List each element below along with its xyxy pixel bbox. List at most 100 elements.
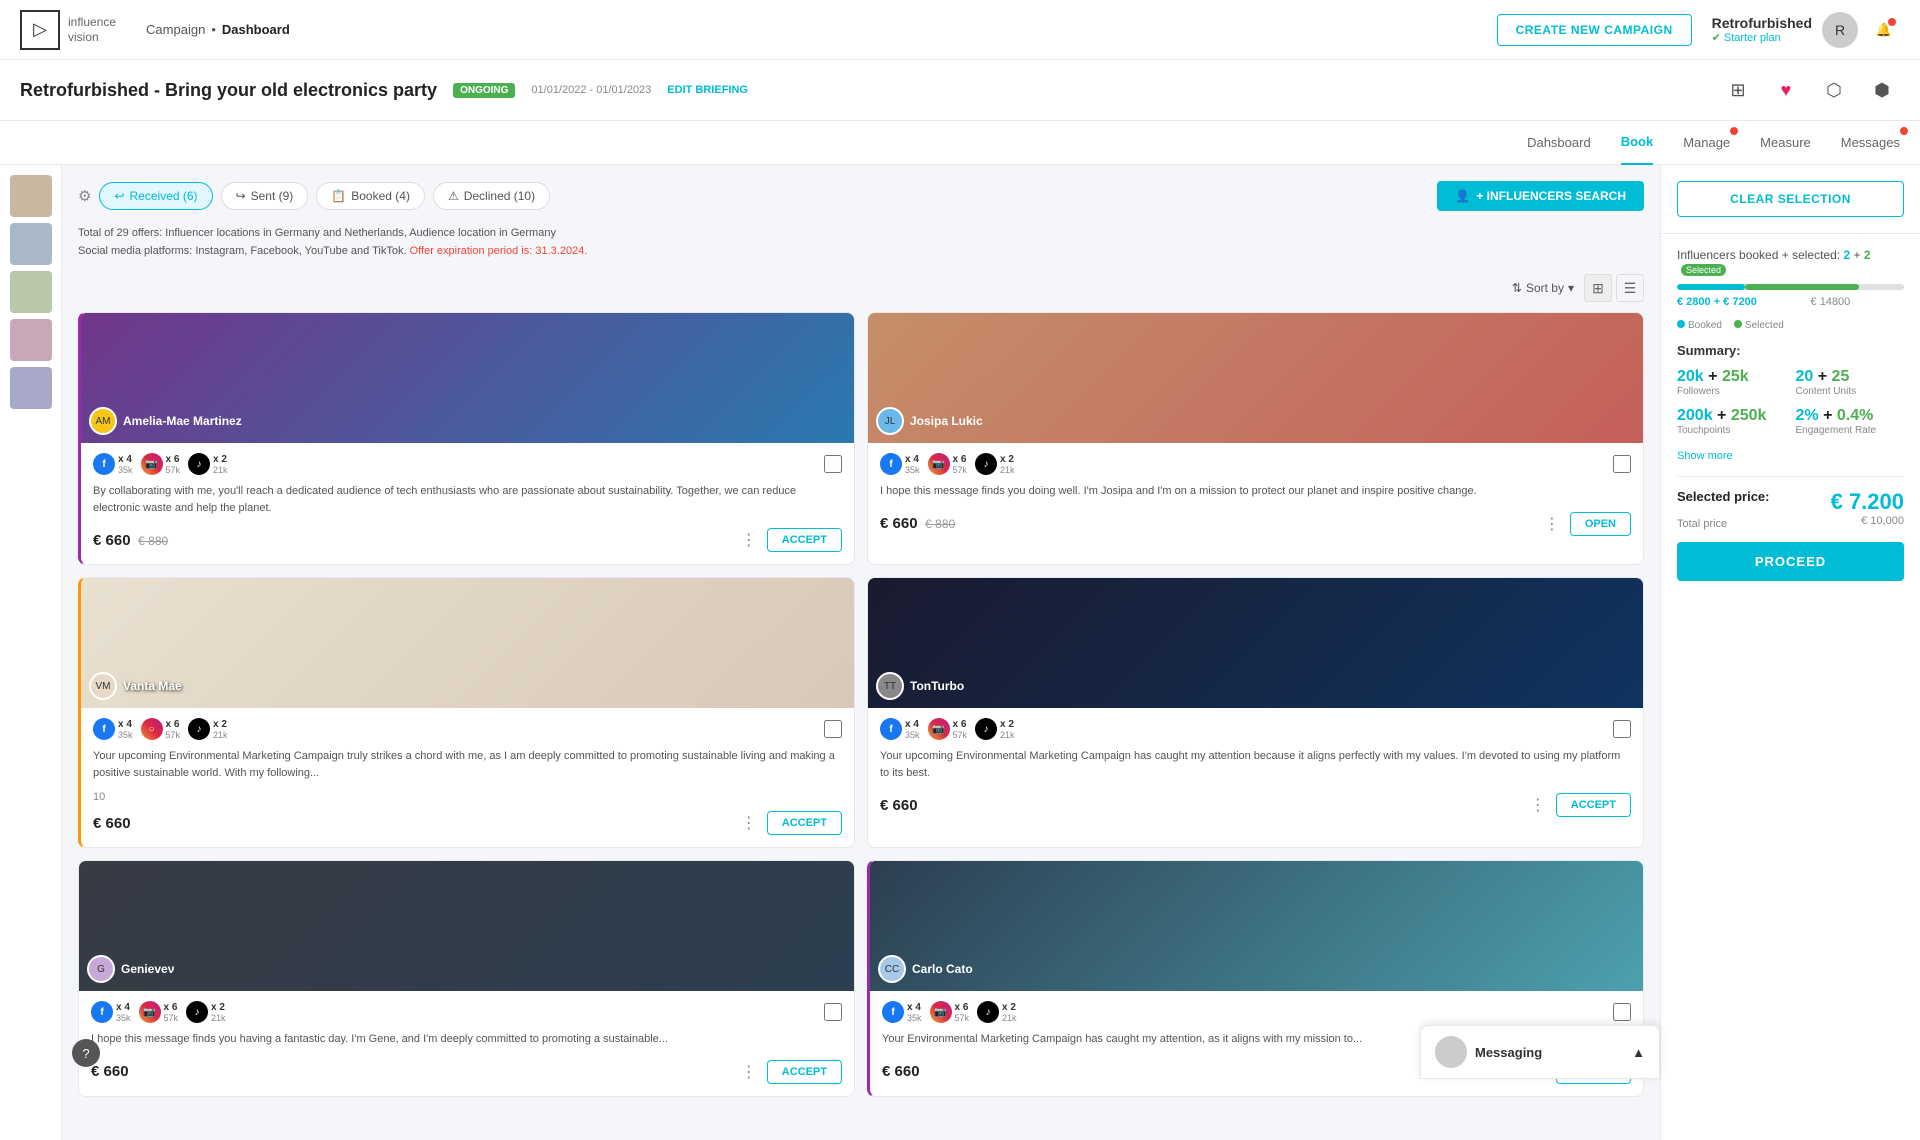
more-options-button-0[interactable]: ⋮	[737, 526, 761, 554]
main-layout: ⚙ ↩ Received (6) ↪ Sent (9) 📋 Booked (4)…	[0, 165, 1920, 1140]
messaging-bar[interactable]: Messaging ▲	[1420, 1025, 1660, 1079]
edit-briefing-button[interactable]: EDIT BRIEFING	[667, 84, 748, 96]
expiration-link[interactable]: Offer expiration period is: 31.3.2024.	[410, 245, 588, 257]
more-options-button-4[interactable]: ⋮	[737, 1058, 761, 1086]
social-icons-5: f x 435k 📷 x 657k ♪ x 221k	[882, 1001, 1631, 1023]
layout-icon[interactable]: ⊞	[1720, 72, 1756, 108]
accept-button-4[interactable]: ACCEPT	[767, 1060, 842, 1084]
select-checkbox-2[interactable]	[824, 720, 842, 738]
influencer-card-0: AM Amelia-Mae Martinez f x 435k 📷 x 6	[78, 312, 855, 565]
instagram-icon: 📷	[141, 453, 163, 475]
campaign-title: Retrofurbished - Bring your old electron…	[20, 80, 437, 101]
more-options-button-3[interactable]: ⋮	[1526, 791, 1550, 819]
more-options-button-1[interactable]: ⋮	[1540, 510, 1564, 538]
tiktok-icon: ♪	[975, 453, 997, 475]
tiktok-icon: ♪	[186, 1001, 208, 1023]
sidebar-thumb-1[interactable]	[10, 175, 52, 217]
manage-dot	[1730, 127, 1738, 135]
accept-button-2[interactable]: ACCEPT	[767, 811, 842, 835]
filter-received[interactable]: ↩ Received (6)	[99, 182, 212, 210]
tiktok-tag-4: ♪ x 221k	[186, 1001, 226, 1023]
progress-booked	[1677, 284, 1745, 290]
campaign-action-icons: ⊞ ♥ ⬡ ⬢	[1720, 72, 1900, 108]
show-more-link[interactable]: Show more	[1677, 450, 1904, 462]
social-icons-3: f x 435k 📷 x 657k ♪ x 221k	[880, 718, 1631, 740]
list-view-button[interactable]: ☰	[1616, 274, 1644, 302]
engagement-stat: 2% + 0.4% Engagement Rate	[1796, 407, 1905, 436]
avatar-3: TT	[876, 672, 904, 700]
share-icon[interactable]: ⬡	[1816, 72, 1852, 108]
notification-bell[interactable]: 🔔	[1868, 14, 1900, 46]
budget-planned: € 14800	[1811, 296, 1851, 308]
select-checkbox-4[interactable]	[824, 1003, 842, 1021]
total-price-value: € 10,000	[1861, 515, 1904, 527]
content-units-stat: 20 + 25 Content Units	[1796, 368, 1905, 397]
create-campaign-button[interactable]: CREATE NEW CAMPAIGN	[1497, 14, 1692, 46]
influencers-search-button[interactable]: 👤 + INFLUENCERS SEARCH	[1437, 181, 1644, 211]
card-body-2: f x 435k ○ x 657k ♪ x 221k Your	[81, 708, 854, 847]
engagement-label: Engagement Rate	[1796, 425, 1905, 436]
filter-settings-icon[interactable]: ⚙	[78, 187, 91, 205]
sort-button[interactable]: ⇅ Sort by ▾	[1512, 281, 1574, 295]
more-options-button-2[interactable]: ⋮	[737, 809, 761, 837]
card-actions-4: ⋮ ACCEPT	[737, 1058, 842, 1086]
nav-book[interactable]: Book	[1621, 121, 1654, 165]
tiktok-icon: ♪	[977, 1001, 999, 1023]
filter-sent[interactable]: ↪ Sent (9)	[221, 182, 309, 210]
sidebar-thumb-3[interactable]	[10, 271, 52, 313]
messages-dot	[1900, 127, 1908, 135]
facebook-tag-5: f x 435k	[882, 1001, 922, 1023]
nav-manage[interactable]: Manage	[1683, 121, 1730, 165]
legend-row: Booked Selected	[1677, 320, 1904, 331]
notification-dot	[1888, 18, 1896, 26]
sidebar-thumb-5[interactable]	[10, 367, 52, 409]
touchpoints-label: Touchpoints	[1677, 425, 1786, 436]
select-checkbox-5[interactable]	[1613, 1003, 1631, 1021]
accept-button-0[interactable]: ACCEPT	[767, 528, 842, 552]
grid-view-button[interactable]: ⊞	[1584, 274, 1612, 302]
tiktok-tag-2: ♪ x 221k	[188, 718, 228, 740]
tiktok-tag-3: ♪ x 221k	[975, 718, 1015, 740]
right-panel: CLEAR SELECTION Influencers booked + sel…	[1660, 165, 1920, 1140]
influencers-grid: AM Amelia-Mae Martinez f x 435k 📷 x 6	[78, 312, 1644, 1097]
influencer-name-0: Amelia-Mae Martinez	[123, 414, 242, 428]
card-image-1: JL Josipa Lukic	[868, 313, 1643, 443]
facebook-icon: f	[882, 1001, 904, 1023]
influencer-name-2: Vanta Mae	[123, 679, 182, 693]
select-checkbox-0[interactable]	[824, 455, 842, 473]
messaging-avatar	[1435, 1036, 1467, 1068]
export-icon[interactable]: ⬢	[1864, 72, 1900, 108]
nav-dashboard[interactable]: Dahsboard	[1527, 121, 1591, 165]
totals-section: Total of 29 offers: Influencer locations…	[78, 225, 1644, 260]
select-checkbox-3[interactable]	[1613, 720, 1631, 738]
price-old-1: € 880	[925, 517, 955, 531]
card-footer-3: € 660 ⋮ ACCEPT	[880, 791, 1631, 819]
totals-text: Total of 29 offers: Influencer locations…	[78, 225, 1644, 260]
help-button[interactable]: ?	[72, 1039, 100, 1067]
filter-declined[interactable]: ⚠ Declined (10)	[433, 182, 550, 210]
open-button-1[interactable]: OPEN	[1570, 512, 1631, 536]
right-summary: Influencers booked + selected: 2 + 2 Sel…	[1661, 234, 1920, 595]
logo-text: influence vision	[68, 15, 116, 44]
search-icon: 👤	[1455, 189, 1470, 203]
price-4: € 660	[91, 1063, 129, 1080]
tiktok-tag-0: ♪ x 221k	[188, 453, 228, 475]
sidebar-thumb-4[interactable]	[10, 319, 52, 361]
clear-selection-button[interactable]: CLEAR SELECTION	[1677, 181, 1904, 217]
nav-measure[interactable]: Measure	[1760, 121, 1811, 165]
influencer-name-5: Carlo Cato	[912, 962, 973, 976]
filters-bar: ⚙ ↩ Received (6) ↪ Sent (9) 📋 Booked (4)…	[78, 181, 1644, 211]
accept-button-3[interactable]: ACCEPT	[1556, 793, 1631, 817]
price-0: € 660	[93, 532, 131, 549]
price-2: € 660	[93, 815, 131, 832]
content-area: ⚙ ↩ Received (6) ↪ Sent (9) 📋 Booked (4)…	[62, 165, 1660, 1140]
select-checkbox-1[interactable]	[1613, 455, 1631, 473]
heart-icon[interactable]: ♥	[1768, 72, 1804, 108]
proceed-button[interactable]: PROCEED	[1677, 542, 1904, 581]
card-description-4: I hope this message finds you having a f…	[91, 1031, 842, 1048]
filter-booked[interactable]: 📋 Booked (4)	[316, 182, 425, 210]
legend-selected: Selected	[1734, 320, 1784, 331]
facebook-tag-0: f x 435k	[93, 453, 133, 475]
nav-messages[interactable]: Messages	[1841, 121, 1900, 165]
sidebar-thumb-2[interactable]	[10, 223, 52, 265]
